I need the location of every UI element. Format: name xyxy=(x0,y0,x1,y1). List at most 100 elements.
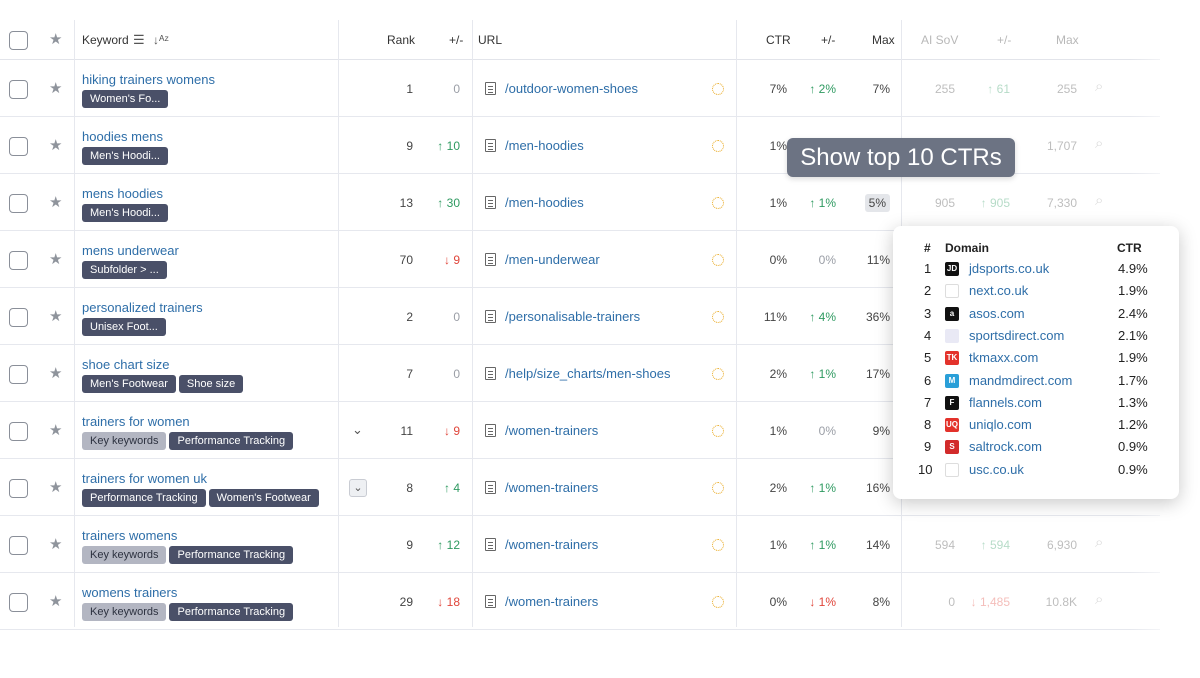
star-icon[interactable]: ★ xyxy=(49,79,62,97)
tag[interactable]: Subfolder > ... xyxy=(82,261,167,279)
search-icon[interactable]: ⌕ xyxy=(1095,78,1103,95)
ai-delta-header[interactable]: +/- xyxy=(997,20,1011,60)
serp-feature-icon[interactable] xyxy=(712,425,724,437)
tag[interactable]: Men's Hoodi... xyxy=(82,147,168,165)
serp-feature-icon[interactable] xyxy=(712,311,724,323)
serp-feature-icon[interactable] xyxy=(712,197,724,209)
star-icon[interactable]: ★ xyxy=(49,307,62,325)
filter-settings-icon[interactable]: ☰ xyxy=(133,20,145,60)
url-link[interactable]: /women-trainers xyxy=(505,594,598,609)
keyword-link[interactable]: hiking trainers womens xyxy=(82,72,215,87)
row-checkbox[interactable] xyxy=(9,251,28,270)
row-checkbox[interactable] xyxy=(9,137,28,156)
popup-domain-link[interactable]: tkmaxx.com xyxy=(969,347,1038,369)
tag[interactable]: Men's Hoodi... xyxy=(82,204,168,222)
row-checkbox[interactable] xyxy=(9,536,28,555)
popup-domain-link[interactable]: saltrock.com xyxy=(969,436,1042,458)
tag[interactable]: Key keywords xyxy=(82,603,167,621)
tag[interactable]: Performance Tracking xyxy=(169,603,294,621)
url-link[interactable]: /women-trainers xyxy=(505,537,598,552)
row-checkbox[interactable] xyxy=(9,308,28,327)
popup-domain-row[interactable]: 8 UQ uniqlo.com 1.2% xyxy=(893,414,1179,436)
keyword-link[interactable]: hoodies mens xyxy=(82,129,163,144)
serp-feature-icon[interactable] xyxy=(712,140,724,152)
url-link[interactable]: /outdoor-women-shoes xyxy=(505,81,638,96)
row-checkbox[interactable] xyxy=(9,422,28,441)
search-icon[interactable]: ⌕ xyxy=(1095,135,1103,152)
ai-max-header[interactable]: Max xyxy=(1056,20,1079,60)
tag[interactable]: Unisex Foot... xyxy=(82,318,166,336)
search-icon[interactable]: ⌕ xyxy=(1095,192,1103,209)
rank-header[interactable]: Rank xyxy=(387,20,415,60)
tag[interactable]: Performance Tracking xyxy=(169,546,294,564)
star-icon[interactable]: ★ xyxy=(49,535,62,553)
keyword-link[interactable]: personalized trainers xyxy=(82,300,203,315)
popup-domain-row[interactable]: 10 usc.co.uk 0.9% xyxy=(893,459,1179,481)
url-link[interactable]: /men-underwear xyxy=(505,252,600,267)
row-checkbox[interactable] xyxy=(9,593,28,612)
row-checkbox[interactable] xyxy=(9,194,28,213)
tag[interactable]: Women's Fo... xyxy=(82,90,169,108)
tag[interactable]: Key keywords xyxy=(82,546,167,564)
popup-domain-row[interactable]: 4 sportsdirect.com 2.1% xyxy=(893,325,1179,347)
row-checkbox[interactable] xyxy=(9,80,28,99)
table-row[interactable]: ★ mens hoodies Men's Hoodi... 13 ↑ 30/men-ho… xyxy=(0,174,1160,231)
search-icon[interactable]: ⌕ xyxy=(1095,591,1103,608)
serp-feature-icon[interactable] xyxy=(712,482,724,494)
popup-domain-link[interactable]: asos.com xyxy=(969,303,1025,325)
serp-feature-icon[interactable] xyxy=(712,368,724,380)
search-icon[interactable]: ⌕ xyxy=(1095,534,1103,551)
popup-domain-link[interactable]: uniqlo.com xyxy=(969,414,1032,436)
url-link[interactable]: /help/size_charts/men-shoes xyxy=(505,366,670,381)
popup-domain-link[interactable]: usc.co.uk xyxy=(969,459,1024,481)
popup-domain-link[interactable]: mandmdirect.com xyxy=(969,370,1072,392)
serp-feature-icon[interactable] xyxy=(712,83,724,95)
serp-feature-icon[interactable] xyxy=(712,596,724,608)
tag[interactable]: Performance Tracking xyxy=(169,432,294,450)
chevron-down-icon[interactable]: ⌄ xyxy=(352,422,363,438)
tag[interactable]: Key keywords xyxy=(82,432,167,450)
sort-az-icon[interactable]: ↓ᴬᶻ xyxy=(153,20,169,60)
max-header[interactable]: Max xyxy=(872,20,895,60)
ai-sov-header[interactable]: AI SoV xyxy=(921,20,958,60)
url-link[interactable]: /men-hoodies xyxy=(505,138,584,153)
tag[interactable]: Shoe size xyxy=(178,375,244,393)
star-icon[interactable]: ★ xyxy=(49,250,62,268)
url-link[interactable]: /women-trainers xyxy=(505,423,598,438)
tag[interactable]: Women's Footwear xyxy=(208,489,319,507)
keyword-header[interactable]: Keyword xyxy=(82,20,129,60)
keyword-link[interactable]: trainers womens xyxy=(82,528,177,543)
keyword-link[interactable]: womens trainers xyxy=(82,585,177,600)
keyword-link[interactable]: shoe chart size xyxy=(82,357,169,372)
star-header-icon[interactable]: ★ xyxy=(49,20,62,60)
star-icon[interactable]: ★ xyxy=(49,136,62,154)
table-row[interactable]: ★ trainers womens Key keywords Performance … xyxy=(0,516,1160,573)
popup-domain-row[interactable]: 7 Fflannels.com 1.3% xyxy=(893,392,1179,414)
star-icon[interactable]: ★ xyxy=(49,592,62,610)
star-icon[interactable]: ★ xyxy=(49,364,62,382)
keyword-link[interactable]: trainers for women xyxy=(82,414,190,429)
url-link[interactable]: /personalisable-trainers xyxy=(505,309,640,324)
row-checkbox[interactable] xyxy=(9,479,28,498)
popup-domain-row[interactable]: 2 next.co.uk 1.9% xyxy=(893,280,1179,302)
popup-domain-row[interactable]: 3 a asos.com 2.4% xyxy=(893,303,1179,325)
url-header[interactable]: URL xyxy=(478,20,502,60)
popup-domain-row[interactable]: 5 TK tkmaxx.com 1.9% xyxy=(893,347,1179,369)
star-icon[interactable]: ★ xyxy=(49,193,62,211)
url-link[interactable]: /men-hoodies xyxy=(505,195,584,210)
tag[interactable]: Men's Footwear xyxy=(82,375,176,393)
popup-domain-row[interactable]: 1 JD jdsports.co.uk 4.9% xyxy=(893,258,1179,280)
popup-domain-link[interactable]: flannels.com xyxy=(969,392,1042,414)
select-all-checkbox[interactable] xyxy=(9,31,28,50)
star-icon[interactable]: ★ xyxy=(49,478,62,496)
popup-domain-link[interactable]: next.co.uk xyxy=(969,280,1028,302)
row-checkbox[interactable] xyxy=(9,365,28,384)
rank-delta-header[interactable]: +/- xyxy=(449,20,463,60)
keyword-link[interactable]: mens underwear xyxy=(82,243,179,258)
popup-domain-link[interactable]: jdsports.co.uk xyxy=(969,258,1049,280)
url-link[interactable]: /women-trainers xyxy=(505,480,598,495)
serp-feature-icon[interactable] xyxy=(712,254,724,266)
tag[interactable]: Performance Tracking xyxy=(82,489,206,507)
popup-domain-row[interactable]: 9 Ssaltrock.com 0.9% xyxy=(893,436,1179,458)
popup-domain-link[interactable]: sportsdirect.com xyxy=(969,325,1064,347)
